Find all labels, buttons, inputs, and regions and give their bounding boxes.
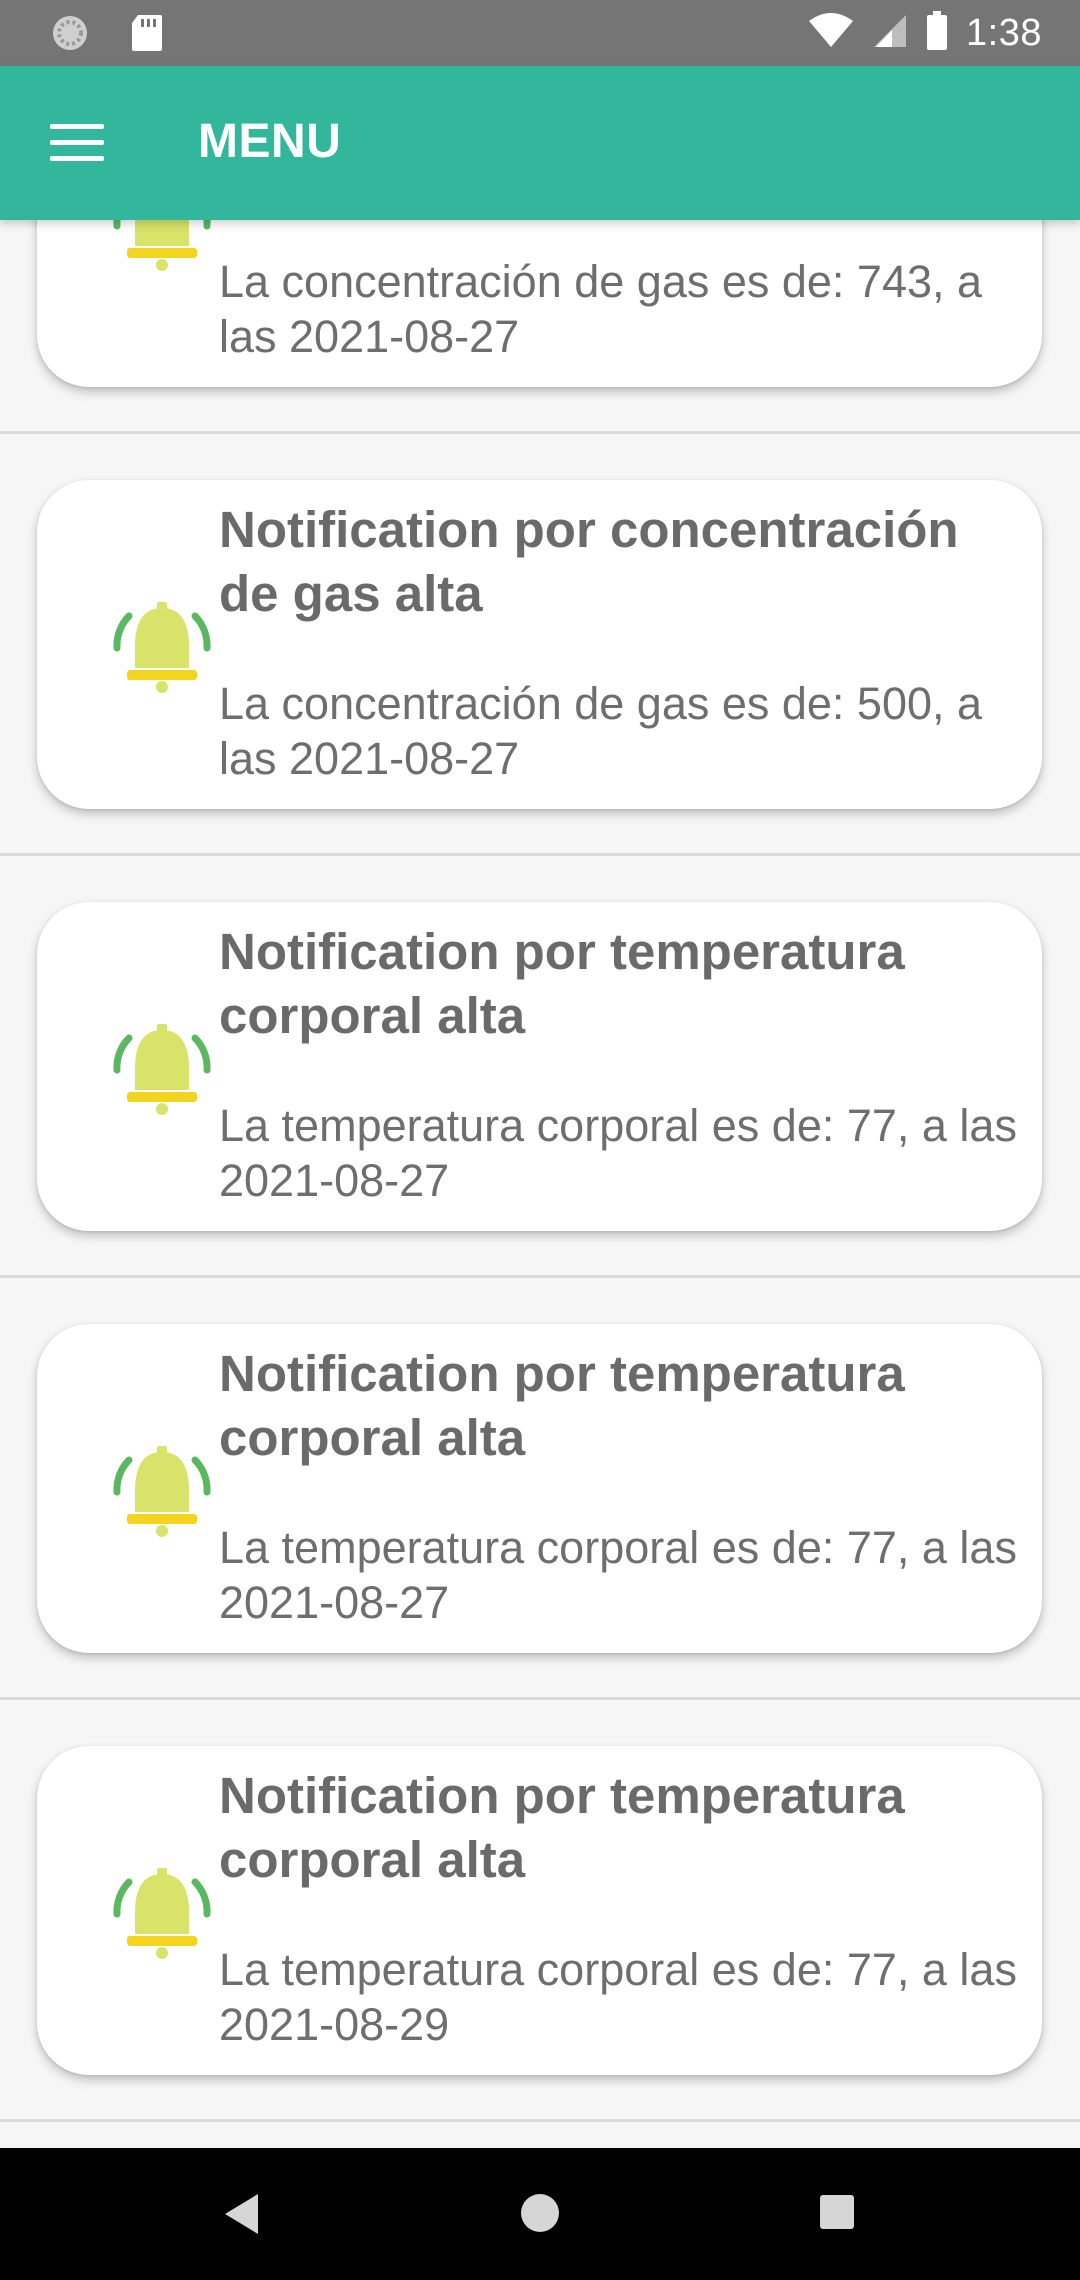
status-right: 1:38 xyxy=(808,0,1042,66)
back-icon[interactable] xyxy=(222,2192,262,2241)
notification-list-viewport[interactable]: Notification por concentración de gas al… xyxy=(0,220,1080,2148)
notification-body: La temperatura corporal es de: 77, a las… xyxy=(219,1944,1017,2050)
notification-title: Notification por temperatura corporal al… xyxy=(219,923,905,1044)
notification-title: Notification por temperatura corporal al… xyxy=(219,1767,905,1888)
notification-card[interactable]: Notification por temperatura corporal al… xyxy=(37,1746,1042,2075)
home-icon[interactable] xyxy=(519,2192,561,2239)
notification-list: Notification por concentración de gas al… xyxy=(0,220,1080,2122)
bell-icon xyxy=(103,220,221,286)
notification-title: Notification por concentración de gas al… xyxy=(219,501,959,622)
app-title: MENU xyxy=(198,115,342,168)
notification-item: Notification por temperatura corporal al… xyxy=(0,1700,1080,2122)
app-bar: MENU xyxy=(0,66,1080,220)
notification-item: Notification por temperatura corporal al… xyxy=(0,1278,1080,1700)
status-bar: 1:38 xyxy=(0,0,1080,66)
screen: 1:38 MENU Notification por concentración… xyxy=(0,0,1080,2280)
notification-body: La temperatura corporal es de: 77, a las… xyxy=(219,1522,1017,1628)
status-left xyxy=(50,13,164,58)
notification-body: La concentración de gas es de: 743, a la… xyxy=(219,256,983,362)
bell-icon xyxy=(103,1856,221,1974)
notification-body: La temperatura corporal es de: 77, a las… xyxy=(219,1100,1017,1206)
notification-body: La concentración de gas es de: 500, a la… xyxy=(219,678,983,784)
notification-card[interactable]: Notification por temperatura corporal al… xyxy=(37,902,1042,1231)
battery-icon xyxy=(926,10,948,56)
hamburger-icon[interactable] xyxy=(50,124,104,162)
spinner-icon xyxy=(50,13,90,58)
recents-icon[interactable] xyxy=(819,2194,855,2235)
cell-signal-icon xyxy=(872,13,908,54)
notification-item: Notification por concentración de gas al… xyxy=(0,434,1080,856)
notification-title: Notification por temperatura corporal al… xyxy=(219,1345,905,1466)
notification-item: Notification por concentración de gas al… xyxy=(0,220,1080,434)
bell-icon xyxy=(103,1434,221,1552)
sd-card-icon xyxy=(130,13,164,58)
bell-icon xyxy=(103,590,221,708)
notification-card[interactable]: Notification por concentración de gas al… xyxy=(37,220,1042,387)
notification-card[interactable]: Notification por temperatura corporal al… xyxy=(37,1324,1042,1653)
notification-card[interactable]: Notification por concentración de gas al… xyxy=(37,480,1042,809)
bell-icon xyxy=(103,1012,221,1130)
wifi-icon xyxy=(808,12,854,54)
notification-item: Notification por temperatura corporal al… xyxy=(0,856,1080,1278)
status-time: 1:38 xyxy=(966,11,1042,54)
navigation-bar xyxy=(0,2148,1080,2280)
